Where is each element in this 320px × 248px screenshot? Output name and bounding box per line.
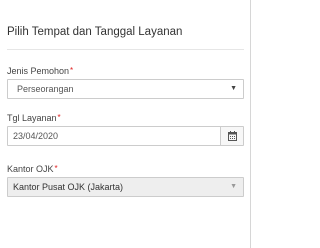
tgl-layanan-label: Tgl Layanan*	[7, 113, 61, 123]
form-title: Pilih Tempat dan Tanggal Layanan	[7, 26, 183, 38]
title-divider	[7, 49, 244, 50]
jenis-pemohon-select[interactable]: Perseorangan ▼	[7, 79, 244, 99]
jenis-pemohon-value: Perseorangan	[17, 84, 74, 94]
jenis-pemohon-label-text: Jenis Pemohon	[7, 66, 70, 76]
tgl-layanan-value: 23/04/2020	[13, 131, 59, 141]
chevron-down-icon: ▼	[230, 85, 237, 92]
jenis-pemohon-label: Jenis Pemohon*	[7, 66, 73, 76]
calendar-icon	[228, 131, 237, 141]
kantor-ojk-value: Kantor Pusat OJK (Jakarta)	[13, 182, 124, 192]
chevron-down-icon: ▼	[230, 183, 237, 190]
tgl-layanan-input[interactable]: 23/04/2020	[7, 126, 244, 146]
required-marker: *	[70, 66, 74, 75]
kantor-ojk-label-text: Kantor OJK	[7, 164, 54, 174]
service-form-panel: Pilih Tempat dan Tanggal Layanan Jenis P…	[0, 0, 251, 248]
date-picker-button[interactable]	[220, 127, 243, 145]
required-marker: *	[54, 164, 58, 173]
kantor-ojk-select[interactable]: Kantor Pusat OJK (Jakarta) ▼	[7, 177, 244, 197]
kantor-ojk-label: Kantor OJK*	[7, 164, 58, 174]
tgl-layanan-label-text: Tgl Layanan	[7, 113, 57, 123]
required-marker: *	[57, 113, 61, 122]
